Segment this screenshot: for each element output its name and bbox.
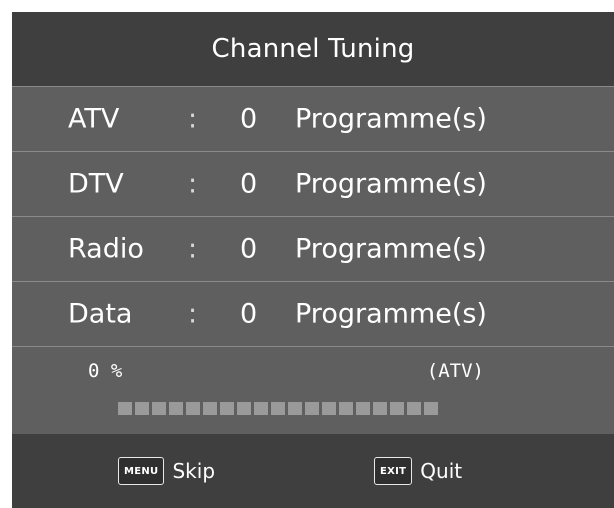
row-atv: ATV : 0 Programme(s): [12, 86, 614, 152]
row-unit: Programme(s): [295, 103, 487, 135]
channel-tuning-dialog: Channel Tuning ATV : 0 Programme(s) DTV …: [12, 12, 614, 508]
row-separator: :: [188, 168, 198, 200]
skip-label: Skip: [172, 459, 216, 483]
progress-segment: [407, 402, 421, 415]
progress-segment: [254, 402, 268, 415]
row-separator: :: [188, 233, 198, 265]
progress-segment: [390, 402, 404, 415]
dialog-title: Channel Tuning: [211, 34, 415, 64]
progress-segment: [220, 402, 234, 415]
progress-segment: [237, 402, 251, 415]
footer-bar: MENU Skip EXIT Quit: [12, 434, 614, 508]
row-count: 0: [240, 298, 258, 330]
skip-hint[interactable]: MENU Skip: [118, 457, 215, 485]
progress-segment: [203, 402, 217, 415]
row-separator: :: [188, 103, 198, 135]
progress-segment: [305, 402, 319, 415]
quit-label: Quit: [420, 459, 463, 483]
progress-segment: [288, 402, 302, 415]
row-count: 0: [240, 233, 258, 265]
exit-key-icon: EXIT: [374, 457, 413, 485]
row-count: 0: [240, 103, 258, 135]
row-label: Radio: [68, 233, 144, 265]
quit-hint[interactable]: EXIT Quit: [374, 457, 462, 485]
progress-segment: [118, 402, 132, 415]
programme-count-list: ATV : 0 Programme(s) DTV : 0 Programme(s…: [12, 86, 614, 347]
row-radio: Radio : 0 Programme(s): [12, 217, 614, 282]
row-dtv: DTV : 0 Programme(s): [12, 152, 614, 217]
row-unit: Programme(s): [295, 298, 487, 330]
row-label: DTV: [68, 168, 124, 200]
progress-segment: [152, 402, 166, 415]
row-data: Data : 0 Programme(s): [12, 282, 614, 347]
progress-segment: [339, 402, 353, 415]
progress-bar: [118, 402, 438, 415]
progress-segment: [135, 402, 149, 415]
progress-segment: [169, 402, 183, 415]
progress-segment: [186, 402, 200, 415]
row-separator: :: [188, 298, 198, 330]
progress-area: 0 % (ATV): [12, 346, 614, 434]
progress-segment: [373, 402, 387, 415]
title-bar: Channel Tuning: [12, 12, 614, 86]
row-unit: Programme(s): [295, 233, 487, 265]
scan-mode-label: (ATV): [426, 360, 484, 382]
progress-segment: [322, 402, 336, 415]
row-label: Data: [68, 298, 133, 330]
progress-segment: [271, 402, 285, 415]
progress-percent: 0 %: [88, 360, 123, 382]
row-count: 0: [240, 168, 258, 200]
menu-key-icon: MENU: [118, 457, 165, 485]
row-label: ATV: [68, 103, 120, 135]
progress-segment: [356, 402, 370, 415]
progress-segment: [424, 402, 438, 415]
row-unit: Programme(s): [295, 168, 487, 200]
